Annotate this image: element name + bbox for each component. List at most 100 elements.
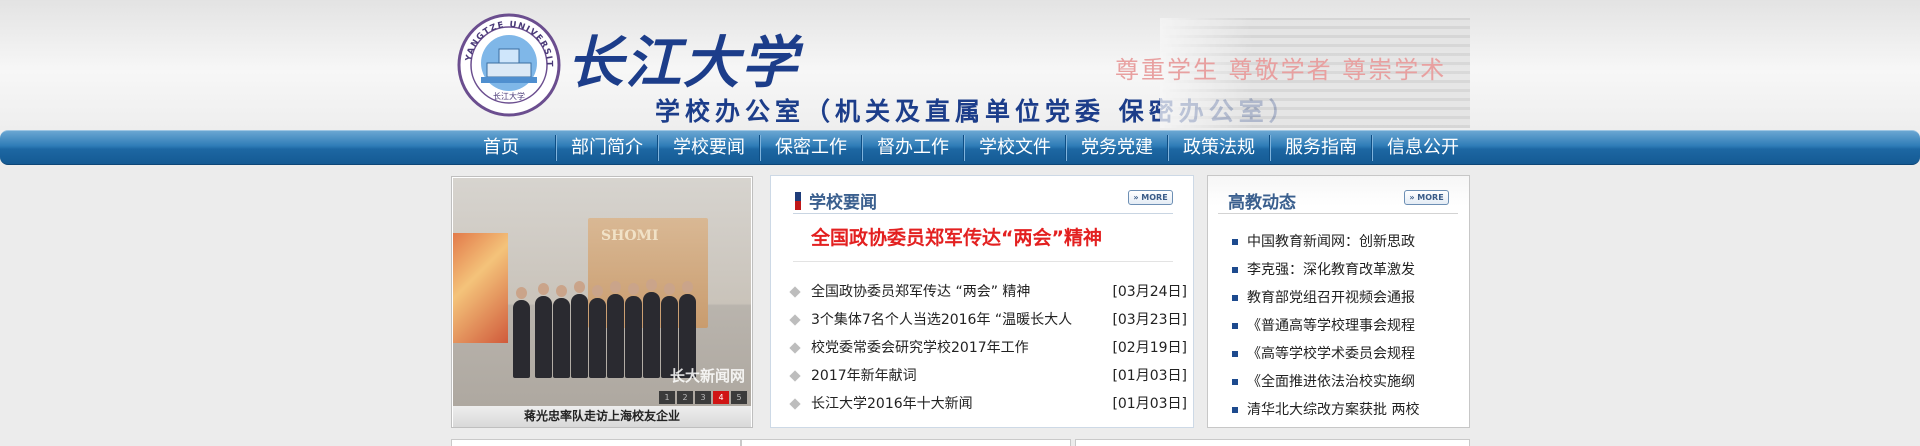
logo-seal-text: 长江大学 [493,91,525,101]
diamond-bullet-icon [789,370,801,382]
list-item[interactable]: 校党委常委会研究学校2017年工作 [02月19日] [789,334,1187,362]
more-label: MORE [1141,193,1168,202]
slide-caption[interactable]: 蒋光忠率队走访上海校友企业 [453,406,751,427]
edu-item-title[interactable]: 中国教育新闻网：创新思政 [1247,228,1415,256]
bottom-panel-1 [451,439,741,446]
site-header: YANGTZE UNIVERSITY 长江大学 长江大学 学校办公室（机关及直属… [0,0,1920,130]
slide-person [571,281,588,378]
nav-item-info-disclosure[interactable]: 信息公开 [1373,131,1473,166]
slide-person [535,283,552,378]
square-bullet-icon [1232,323,1238,329]
more-label: MORE [1417,193,1444,202]
square-bullet-icon [1232,379,1238,385]
edu-item-title[interactable]: 《普通高等学校理事会规程 [1247,312,1415,340]
bottom-panel-2 [741,439,1071,446]
title-marker-icon [795,192,801,210]
news-panel-title: 学校要闻 [809,193,877,213]
header-inner: YANGTZE UNIVERSITY 长江大学 长江大学 学校办公室（机关及直属… [450,0,1470,130]
slide-watermark: 长大新闻网 [669,367,745,385]
news-item-title[interactable]: 校党委常委会研究学校2017年工作 [811,334,1029,362]
slide-person [643,279,660,378]
slide-display-screen [453,233,508,343]
nav-item-home[interactable]: 首页 [467,131,535,166]
news-more-button[interactable]: » MORE [1128,190,1173,205]
slide-dot-5[interactable]: 5 [731,391,747,404]
list-item[interactable]: 2017年新年献词 [01月03日] [789,362,1187,390]
list-item[interactable]: 全国政协委员郑军传达 “两会” 精神 [03月24日] [789,278,1187,306]
slide-person [589,285,606,378]
higher-edu-news-panel: 高教动态 » MORE 中国教育新闻网：创新思政 李克强：深化教育改革激发 教育… [1207,175,1470,428]
edu-more-button[interactable]: » MORE [1404,190,1449,205]
double-chevron-icon: » [1409,193,1415,202]
square-bullet-icon [1232,267,1238,273]
square-bullet-icon [1232,295,1238,301]
edu-item-title[interactable]: 《全面推进依法治校实施纲 [1247,368,1415,396]
nav-item-documents[interactable]: 学校文件 [965,131,1065,166]
double-chevron-icon: » [1133,193,1139,202]
edu-list: 中国教育新闻网：创新思政 李克强：深化教育改革激发 教育部党组召开视频会通报 《… [1232,228,1464,424]
slide-pagination: 1 2 3 4 5 [659,391,747,404]
school-news-panel: 学校要闻 » MORE 全国政协委员郑军传达“两会”精神 全国政协委员郑军传达 … [770,175,1194,428]
slide-dot-2[interactable]: 2 [677,391,693,404]
slide-person [607,281,624,378]
nav-item-confidentiality[interactable]: 保密工作 [761,131,861,166]
edu-item-title[interactable]: 教育部党组召开视频会通报 [1247,284,1415,312]
news-item-title[interactable]: 全国政协委员郑军传达 “两会” 精神 [811,278,1030,306]
news-item-date: [01月03日] [1112,368,1187,384]
square-bullet-icon [1232,407,1238,413]
edu-item-title[interactable]: 清华北大综改方案获批 两校 [1247,396,1419,424]
diamond-bullet-icon [789,314,801,326]
nav-item-about[interactable]: 部门简介 [557,131,657,166]
slide-dot-1[interactable]: 1 [659,391,675,404]
news-item-title[interactable]: 2017年新年献词 [811,362,917,390]
news-headline[interactable]: 全国政协委员郑军传达“两会”精神 [811,223,1102,250]
square-bullet-icon [1232,351,1238,357]
nav-bar: 首页 部门简介 学校要闻 保密工作 督办工作 学校文件 党务党建 政策法规 服务… [467,131,1473,166]
news-item-date: [01月03日] [1112,396,1187,412]
logo-emblem-icon: YANGTZE UNIVERSITY 长江大学 [452,6,561,117]
photo-slideshow[interactable]: SHOMI 长大新闻网 1 2 3 4 5 蒋光忠率队走访上海校友企业 [451,176,753,428]
university-name[interactable]: 长江大学 [567,18,799,99]
slide-person [625,283,642,378]
diamond-bullet-icon [789,342,801,354]
panel-divider [793,213,1173,214]
slide-person [513,287,530,378]
main-nav: 首页 部门简介 学校要闻 保密工作 督办工作 学校文件 党务党建 政策法规 服务… [0,130,1920,165]
slide-image[interactable]: SHOMI 长大新闻网 1 2 3 4 5 [453,178,751,406]
list-item[interactable]: 清华北大综改方案获批 两校 [1232,396,1464,424]
list-item[interactable]: 3个集体7名个人当选2016年 “温暖长大人 [03月23日] [789,306,1187,334]
edu-panel-title: 高教动态 [1228,193,1296,213]
slide-person [553,285,570,378]
nav-item-service-guide[interactable]: 服务指南 [1271,131,1371,166]
university-motto: 尊重学生 尊敬学者 尊崇学术 [1115,56,1447,84]
news-item-title[interactable]: 3个集体7名个人当选2016年 “温暖长大人 [811,306,1072,334]
list-item[interactable]: 长江大学2016年十大新闻 [01月03日] [789,390,1187,418]
bottom-panel-3 [1075,439,1470,446]
slide-dot-3[interactable]: 3 [695,391,711,404]
university-logo[interactable]: YANGTZE UNIVERSITY 长江大学 [452,6,561,117]
nav-item-school-news[interactable]: 学校要闻 [659,131,759,166]
news-list: 全国政协委员郑军传达 “两会” 精神 [03月24日] 3个集体7名个人当选20… [789,278,1187,418]
edu-item-title[interactable]: 《高等学校学术委员会规程 [1247,340,1415,368]
panel-divider [1218,213,1458,214]
list-item[interactable]: 中国教育新闻网：创新思政 [1232,228,1464,256]
panel-divider [793,261,1173,262]
list-item[interactable]: 李克强：深化教育改革激发 [1232,256,1464,284]
list-item[interactable]: 教育部党组召开视频会通报 [1232,284,1464,312]
nav-item-policies[interactable]: 政策法规 [1169,131,1269,166]
slide-dot-4[interactable]: 4 [713,391,729,404]
slide-wall-text: SHOMI [601,228,659,244]
edu-item-title[interactable]: 李克强：深化教育改革激发 [1247,256,1415,284]
list-item[interactable]: 《高等学校学术委员会规程 [1232,340,1464,368]
list-item[interactable]: 《全面推进依法治校实施纲 [1232,368,1464,396]
list-item[interactable]: 《普通高等学校理事会规程 [1232,312,1464,340]
square-bullet-icon [1232,239,1238,245]
news-item-title[interactable]: 长江大学2016年十大新闻 [811,390,973,418]
diamond-bullet-icon [789,286,801,298]
news-item-date: [03月23日] [1112,312,1187,328]
nav-item-supervision[interactable]: 督办工作 [863,131,963,166]
diamond-bullet-icon [789,398,801,410]
nav-item-party-affairs[interactable]: 党务党建 [1067,131,1167,166]
news-item-date: [02月19日] [1112,340,1187,356]
news-item-date: [03月24日] [1112,284,1187,300]
